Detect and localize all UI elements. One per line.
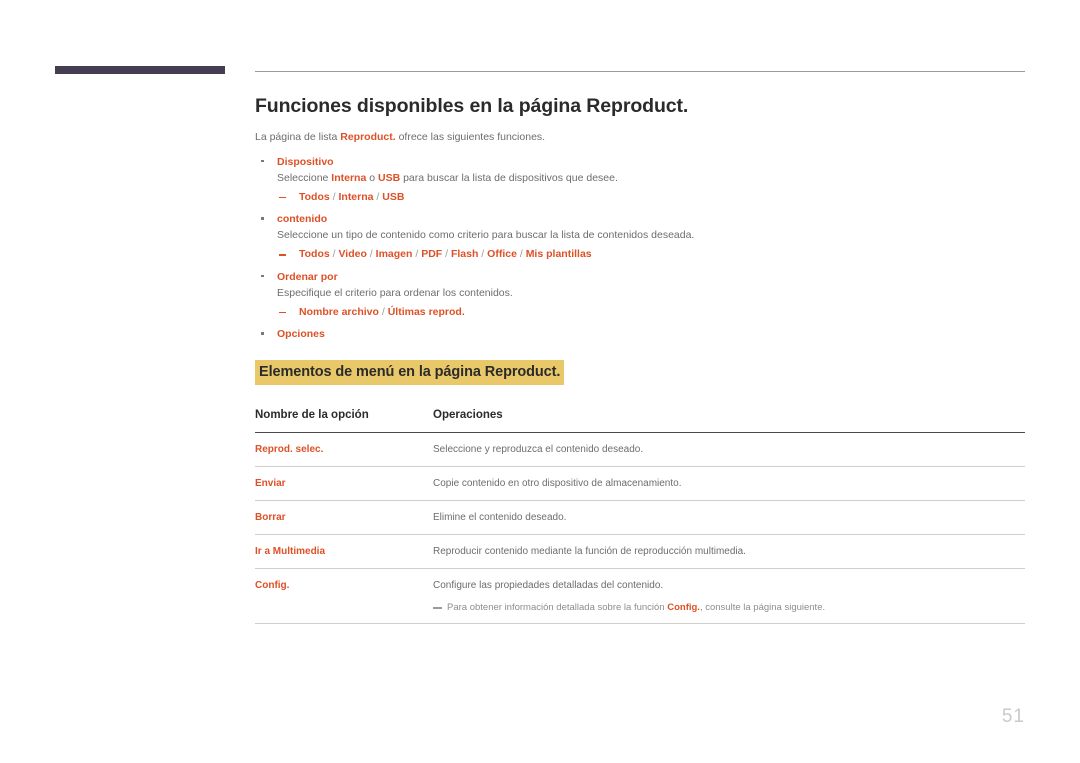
option-value: PDF bbox=[421, 248, 443, 261]
desc-accent-1: Interna bbox=[331, 171, 367, 184]
section-heading-wrapper: Elementos de menú en la página Reproduct… bbox=[255, 359, 1025, 386]
cell-operation: Seleccione y reproduzca el contenido des… bbox=[433, 432, 1025, 468]
option-value: Nombre archivo bbox=[299, 305, 379, 318]
table-header-row: Nombre de la opción Operaciones bbox=[255, 409, 1025, 434]
menu-items-table: Nombre de la opción Operaciones Reprod. … bbox=[255, 409, 1025, 625]
column-header-option-name: Nombre de la opción bbox=[255, 409, 433, 434]
option-value: Interna bbox=[338, 190, 374, 203]
bullet-options-row: Nombre archivo / Últimas reprod. bbox=[277, 305, 1025, 320]
option-value: Mis plantillas bbox=[525, 248, 592, 261]
bullet-options-row: Todos / Video / Imagen / PDF / Flash / O… bbox=[277, 247, 1025, 262]
cell-option-name: Config. bbox=[255, 568, 433, 625]
dash-marker-icon bbox=[279, 196, 286, 199]
intro-text-before: La página de lista bbox=[255, 131, 341, 144]
bullet-description: Especifique el criterio para ordenar los… bbox=[277, 287, 513, 299]
cell-operation: Configure las propiedades detalladas del… bbox=[433, 568, 1025, 625]
table-row: Reprod. selec. Seleccione y reproduzca e… bbox=[255, 432, 1025, 468]
cell-option-name: Reprod. selec. bbox=[255, 432, 433, 468]
bullet-dot-icon bbox=[261, 159, 264, 163]
section-title-highlighted: Elementos de menú en la página Reproduct… bbox=[255, 359, 565, 386]
intro-accent-term: Reproduct. bbox=[340, 131, 396, 144]
dash-marker-icon bbox=[279, 311, 286, 314]
bullet-dot-icon bbox=[261, 332, 264, 335]
note-dash-icon bbox=[433, 607, 442, 609]
bullet-title: Dispositivo bbox=[277, 155, 334, 168]
list-item: Dispositivo Seleccione Interna o USB par… bbox=[255, 155, 1025, 205]
feature-bullet-list: Dispositivo Seleccione Interna o USB par… bbox=[255, 155, 1025, 342]
option-value: Video bbox=[338, 248, 367, 261]
note-text-after: , consulte la página siguiente. bbox=[699, 602, 826, 614]
cell-option-name: Borrar bbox=[255, 500, 433, 536]
bullet-dot-icon bbox=[261, 217, 264, 220]
bullet-dot-icon bbox=[261, 274, 264, 278]
bullet-title: Opciones bbox=[277, 328, 325, 341]
cell-operation: Elimine el contenido deseado. bbox=[433, 500, 1025, 536]
cell-option-name: Enviar bbox=[255, 466, 433, 502]
dash-marker-icon bbox=[279, 254, 286, 256]
intro-text-after: ofrece las siguientes funciones. bbox=[395, 131, 546, 144]
intro-paragraph: La página de lista Reproduct. ofrece las… bbox=[255, 130, 1025, 145]
cell-operation: Reproducir contenido mediante la función… bbox=[433, 534, 1025, 570]
operation-text: Configure las propiedades detalladas del… bbox=[433, 580, 664, 592]
desc-accent-2: USB bbox=[378, 171, 401, 184]
option-value: Flash bbox=[450, 248, 479, 261]
table-row: Ir a Multimedia Reproducir contenido med… bbox=[255, 534, 1025, 570]
option-value: USB bbox=[382, 190, 405, 203]
option-value: Últimas reprod. bbox=[387, 305, 465, 318]
operation-note: Para obtener información detallada sobre… bbox=[433, 601, 1025, 614]
option-value: Todos bbox=[299, 248, 330, 261]
table-row: Enviar Copie contenido en otro dispositi… bbox=[255, 466, 1025, 502]
page-title: Funciones disponibles en la página Repro… bbox=[255, 95, 689, 117]
list-item: Ordenar por Especifique el criterio para… bbox=[255, 270, 1025, 320]
table-row: Config. Configure las propiedades detall… bbox=[255, 568, 1025, 625]
cell-option-name: Ir a Multimedia bbox=[255, 534, 433, 570]
desc-text-3: para buscar la lista de dispositivos que… bbox=[400, 171, 618, 184]
corner-decoration-bar bbox=[55, 66, 225, 74]
option-value: Office bbox=[487, 248, 517, 261]
header-divider-rule bbox=[255, 71, 1025, 72]
column-header-operations: Operaciones bbox=[433, 409, 1025, 434]
note-accent-term: Config. bbox=[667, 602, 700, 614]
list-item: contenido Seleccione un tipo de contenid… bbox=[255, 212, 1025, 262]
desc-text-1: Seleccione bbox=[277, 171, 332, 184]
list-item: Opciones bbox=[255, 327, 1025, 341]
option-value: Todos bbox=[299, 190, 330, 203]
bullet-title: Ordenar por bbox=[277, 270, 338, 283]
table-row: Borrar Elimine el contenido deseado. bbox=[255, 500, 1025, 536]
bullet-options-row: Todos / Interna / USB bbox=[277, 190, 1025, 205]
cell-operation: Copie contenido en otro dispositivo de a… bbox=[433, 466, 1025, 502]
desc-text-2: o bbox=[366, 171, 378, 184]
bullet-description: Seleccione un tipo de contenido como cri… bbox=[277, 229, 695, 242]
page-number: 51 bbox=[1001, 706, 1025, 727]
bullet-title: contenido bbox=[277, 213, 328, 226]
bullet-description: Seleccione Interna o USB para buscar la … bbox=[277, 171, 1025, 187]
note-text-before: Para obtener información detallada sobre… bbox=[447, 602, 668, 614]
page-content: Funciones disponibles en la página Repro… bbox=[255, 95, 1025, 625]
option-value: Imagen bbox=[375, 248, 413, 261]
